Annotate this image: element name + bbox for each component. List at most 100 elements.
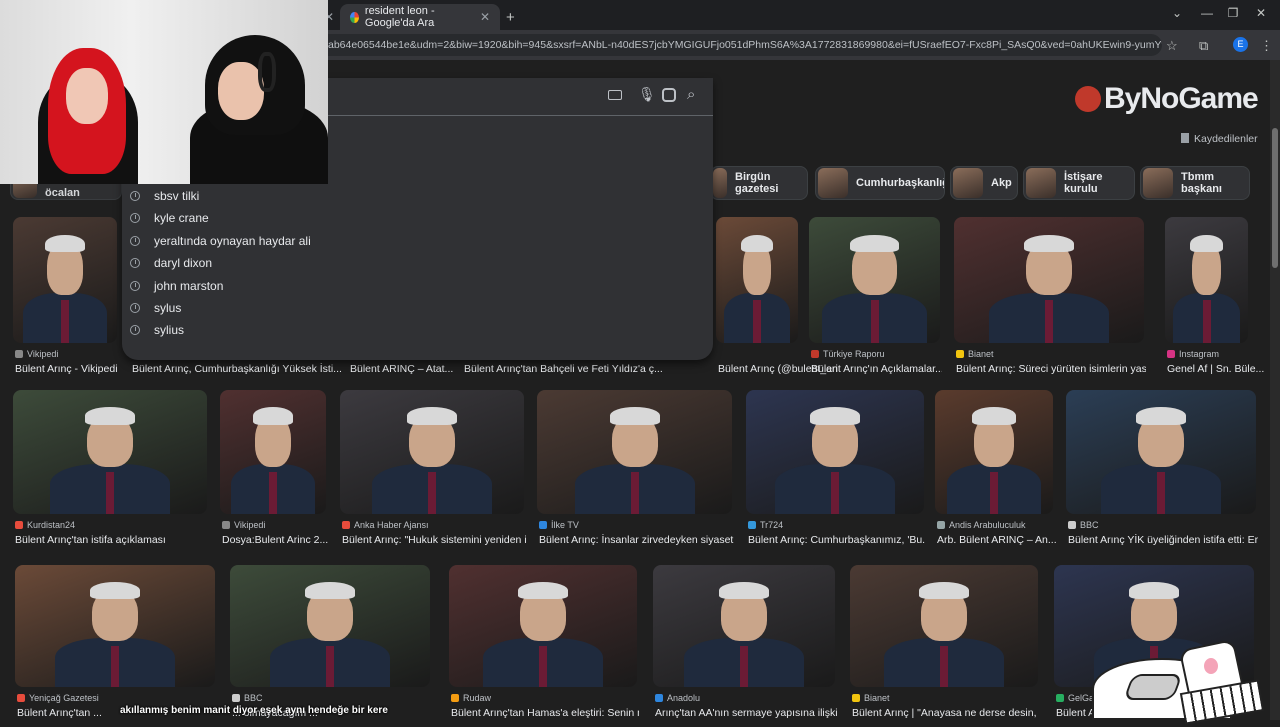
suggestion-item[interactable]: sylus	[130, 298, 700, 318]
chip-istisare-kurulu[interactable]: İstişare kurulu	[1023, 166, 1135, 200]
microphone-icon[interactable]: 🎙	[638, 86, 656, 103]
url-field[interactable]: ab64e06544be1e&udm=2&biw=1920&bih=945&sx…	[322, 34, 1162, 56]
suggestion-item[interactable]: sbsv tilki	[130, 186, 700, 206]
person-tie	[870, 300, 879, 343]
result-caption[interactable]: Bülent ARINÇ – Atat...	[350, 363, 470, 375]
profile-avatar[interactable]: E	[1233, 37, 1248, 52]
image-result-card[interactable]: Andis Arabuluculuk Arb. Bülent ARINÇ – An…	[935, 390, 1057, 554]
result-source[interactable]: Türkiye Raporu	[811, 349, 885, 359]
result-thumbnail[interactable]	[230, 565, 430, 687]
result-thumbnail[interactable]	[13, 217, 117, 343]
chip-cumhurbaskanligi[interactable]: Cumhurbaşkanlığı	[815, 166, 945, 200]
image-result-card[interactable]: Türkiye Raporu Bülent Arınç'ın Açıklamala…	[809, 217, 942, 383]
result-source[interactable]: Vikipedi	[15, 349, 58, 359]
result-source[interactable]: Tr724	[748, 520, 783, 530]
result-source[interactable]: İlke TV	[539, 520, 579, 530]
chip-label: Akp	[991, 177, 1012, 189]
result-caption[interactable]: Bülent Arınç, Cumhurbaşkanlığı Yüksek İs…	[132, 363, 346, 375]
new-tab-button[interactable]: +	[502, 4, 522, 30]
result-thumbnail[interactable]	[449, 565, 637, 687]
result-source[interactable]: BBC	[1068, 520, 1099, 530]
result-source[interactable]: BBC	[232, 693, 263, 703]
suggestion-item[interactable]: yeraltında oynayan haydar ali	[130, 231, 700, 251]
image-result-card[interactable]: Rudaw Bülent Arınç'tan Hamas'a eleştiri: …	[449, 565, 639, 727]
close-window-icon[interactable]: ✕	[1246, 6, 1276, 20]
result-caption[interactable]: Bülent Arınç | "Anayasa ne derse desin, …	[852, 707, 1040, 719]
image-result-card[interactable]: Bülent Arınç (@bulent_arin...	[716, 217, 838, 383]
result-thumbnail[interactable]	[954, 217, 1144, 343]
result-thumbnail[interactable]	[746, 390, 924, 514]
result-caption[interactable]: Bülent Arınç: İnsanlar zirvedeyken siyas…	[539, 534, 734, 546]
maximize-icon[interactable]: ❐	[1218, 6, 1248, 20]
chip-thumbnail	[953, 168, 983, 198]
result-source[interactable]: Anadolu	[655, 693, 700, 703]
result-source[interactable]: Anka Haber Ajansı	[342, 520, 429, 530]
result-caption[interactable]: Genel Af | Sn. Büle...	[1167, 363, 1280, 375]
result-caption[interactable]: Bülent Arınç'tan Hamas'a eleştiri: Senin…	[451, 707, 639, 719]
result-source[interactable]: Kurdistan24	[15, 520, 75, 530]
result-thumbnail[interactable]	[653, 565, 835, 687]
suggestion-item[interactable]: daryl dixon	[130, 253, 700, 273]
close-tab-icon[interactable]: ✕	[480, 10, 490, 24]
search-icon[interactable]: ⌕	[687, 86, 695, 103]
result-thumbnail[interactable]	[716, 217, 798, 343]
image-result-card[interactable]: Bianet Bülent Arınç: Süreci yürüten isiml…	[954, 217, 1146, 383]
result-thumbnail[interactable]	[1165, 217, 1248, 343]
result-source[interactable]: Andis Arabuluculuk	[937, 520, 1026, 530]
result-source[interactable]: Bianet	[956, 349, 994, 359]
result-thumbnail[interactable]	[340, 390, 524, 514]
scrollbar[interactable]	[1270, 60, 1280, 720]
lens-icon[interactable]	[662, 88, 676, 102]
result-source[interactable]: Rudaw	[451, 693, 491, 703]
scrollbar-thumb[interactable]	[1272, 128, 1278, 268]
result-caption[interactable]: Bülent Arınç: Cumhurbaşkanımız, 'Bu...	[748, 534, 926, 546]
result-caption[interactable]: Bülent Arınç: "Hukuk sistemini yeniden i…	[342, 534, 526, 546]
result-thumbnail[interactable]	[1066, 390, 1256, 514]
image-result-card[interactable]: Anka Haber Ajansı Bülent Arınç: "Hukuk si…	[340, 390, 526, 554]
image-result-card[interactable]: Bianet Bülent Arınç | "Anayasa ne derse d…	[850, 565, 1040, 727]
result-caption[interactable]: Bülent Arınç: Süreci yürüten isimlerin y…	[956, 363, 1146, 375]
menu-kebab-icon[interactable]: ⋮	[1260, 38, 1273, 54]
result-source[interactable]: Yeniçağ Gazetesi	[17, 693, 99, 703]
result-source[interactable]: Vikipedi	[222, 520, 265, 530]
bookmark-star-icon[interactable]: ☆	[1166, 38, 1178, 54]
result-caption[interactable]: Bülent Arınç YİK üyeliğinden istifa etti…	[1068, 534, 1258, 546]
tab-google-search[interactable]: resident leon - Google'da Ara ✕	[340, 4, 500, 30]
result-thumbnail[interactable]	[15, 565, 215, 687]
chip-birgun-gazetesi[interactable]: Birgün gazetesi	[710, 166, 808, 200]
image-result-card[interactable]: Vikipedi Dosya:Bulent Arinc 2...	[220, 390, 328, 554]
suggestion-item[interactable]: sylius	[130, 320, 700, 340]
result-thumbnail[interactable]	[850, 565, 1038, 687]
result-caption[interactable]: Bülent Arınç'ın Açıklamalar...	[811, 363, 942, 375]
extensions-icon[interactable]: ⧉	[1199, 38, 1208, 54]
result-thumbnail[interactable]	[13, 390, 207, 514]
suggestion-item[interactable]: kyle crane	[130, 208, 700, 228]
result-caption[interactable]: Dosya:Bulent Arinc 2...	[222, 534, 342, 546]
tab-search-icon[interactable]: ⌄	[1162, 6, 1192, 20]
image-result-card[interactable]: BBC... olmayacağım ...	[230, 565, 430, 727]
result-caption[interactable]: Bülent Arınç'tan Bahçeli ve Feti Yıldız'…	[464, 363, 674, 375]
suggestion-item[interactable]: john marston	[130, 276, 700, 296]
image-result-card[interactable]: Anadolu Arınç'tan AA'nın sermaye yapısına…	[653, 565, 837, 727]
image-result-card[interactable]: Yeniçağ Gazetesi Bülent Arınç'tan ...	[15, 565, 215, 727]
result-source[interactable]: Instagram	[1167, 349, 1219, 359]
result-caption[interactable]: Bülent Arınç - Vikipedi	[15, 363, 135, 375]
result-thumbnail[interactable]	[220, 390, 326, 514]
result-caption[interactable]: Arınç'tan AA'nın sermaye yapısına ilişki…	[655, 707, 837, 719]
result-thumbnail[interactable]	[809, 217, 940, 343]
keyboard-icon[interactable]	[608, 90, 622, 100]
image-result-card[interactable]: İlke TV Bülent Arınç: İnsanlar zirvedeyke…	[537, 390, 734, 554]
result-thumbnail[interactable]	[935, 390, 1053, 514]
image-result-card[interactable]: Kurdistan24 Bülent Arınç'tan istifa açıkl…	[13, 390, 207, 554]
image-result-card[interactable]: BBC Bülent Arınç YİK üyeliğinden istifa e…	[1066, 390, 1258, 554]
image-result-card[interactable]: Tr724 Bülent Arınç: Cumhurbaşkanımız, 'Bu…	[746, 390, 926, 554]
result-caption[interactable]: Bülent Arınç'tan istifa açıklaması	[15, 534, 209, 546]
chip-tbmm-baskani[interactable]: Tbmm başkanı	[1140, 166, 1250, 200]
chip-akp[interactable]: Akp	[950, 166, 1018, 200]
image-result-card[interactable]: Instagram Genel Af | Sn. Büle...	[1165, 217, 1264, 383]
result-caption[interactable]: Arb. Bülent ARINÇ – An...	[937, 534, 1057, 546]
image-result-card[interactable]: Vikipedi Bülent Arınç - Vikipedi	[13, 217, 118, 383]
result-thumbnail[interactable]	[537, 390, 732, 514]
saved-link[interactable]: Kaydedilenler	[1181, 133, 1258, 145]
result-source[interactable]: Bianet	[852, 693, 890, 703]
